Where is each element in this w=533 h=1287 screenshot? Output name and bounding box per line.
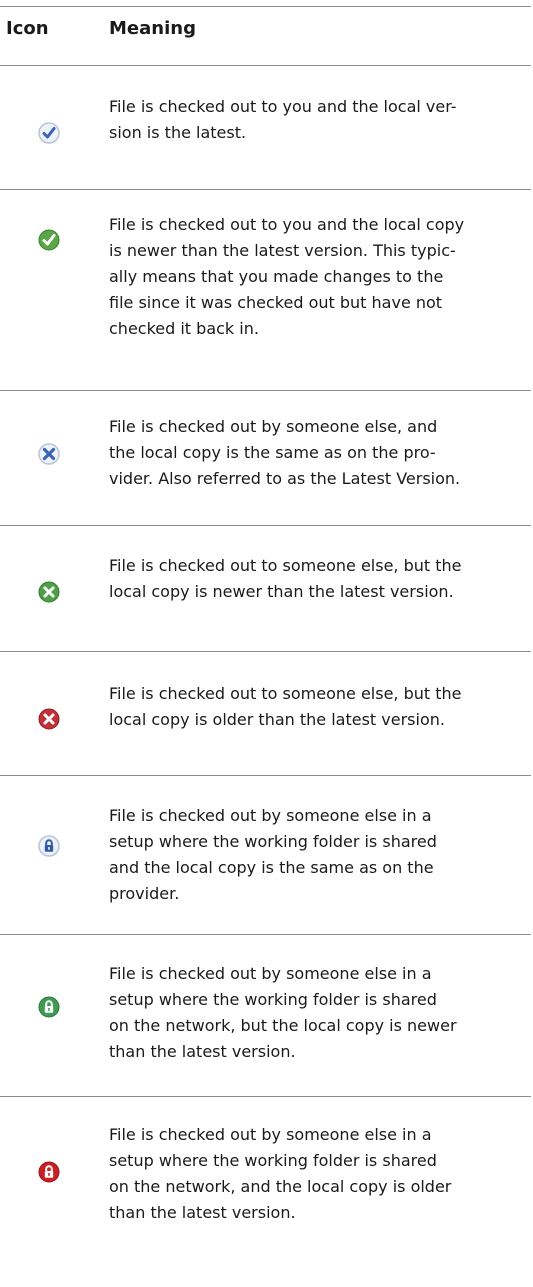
icon-legend-table: Icon Meaning File is checked out to you … [0,0,533,1287]
table-row: File is checked out to you and the local… [0,66,531,189]
row-meaning: File is checked out to you and the local… [109,97,457,142]
row-meaning: File is checked out to someone else, but… [109,556,462,601]
lock-blue-icon [38,835,60,857]
row-meaning: File is checked out by someone else in a… [109,964,457,1061]
table-row: File is checked out to you and the local… [0,190,531,390]
table-row: File is checked out by someone else in a… [0,935,531,1096]
row-meaning: File is checked out to someone else, but… [109,684,462,729]
table-row: File is checked out to someone else, but… [0,652,531,775]
table-header: Icon Meaning [0,18,531,48]
row-meaning: File is checked out by someone else in a… [109,806,437,903]
x-blue-icon [38,443,60,465]
table-row: File is checked out by someone else in a… [0,776,531,934]
table-row: File is checked out by someone else in a… [0,1097,531,1285]
checkmark-green-icon [38,229,60,251]
lock-red-icon [38,1161,60,1183]
row-meaning: File is checked out to you and the local… [109,215,465,338]
x-green-icon [38,581,60,603]
row-meaning: File is checked out by someone else, and… [109,417,461,488]
lock-green-icon [38,996,60,1018]
checkmark-blue-icon [38,122,60,144]
row-meaning: File is checked out by someone else in a… [109,1125,452,1222]
table-row: File is checked out by someone else, and… [0,391,531,525]
header-meaning-label: Meaning [109,18,196,39]
table-top-rule [0,6,531,7]
header-icon-label: Icon [6,18,49,39]
x-red-icon [38,708,60,730]
table-row: File is checked out to someone else, but… [0,526,531,651]
